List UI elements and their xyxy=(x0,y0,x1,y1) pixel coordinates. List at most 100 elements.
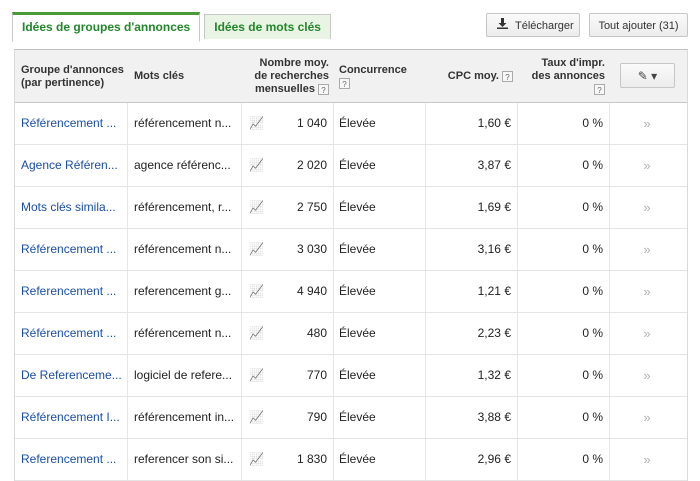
column-divider xyxy=(333,271,334,312)
avg-cpc-cell: 2,96 € xyxy=(477,452,511,466)
ad-group-name-link[interactable]: De Referenceme... xyxy=(21,355,125,396)
column-divider xyxy=(241,355,242,396)
column-divider xyxy=(241,103,242,144)
trend-chart-icon[interactable]: 📈 xyxy=(249,313,263,354)
keywords-cell: agence référenc... xyxy=(134,158,231,172)
keywords-cell: referencer son si... xyxy=(134,452,234,466)
avg-cpc-cell: 3,88 € xyxy=(477,410,511,424)
add-to-plan-icon[interactable]: » xyxy=(635,103,659,144)
column-divider xyxy=(241,397,242,438)
help-icon[interactable]: ? xyxy=(594,83,605,95)
table-row: Referencement ... referencement g... 📈 4 94… xyxy=(15,271,687,313)
ad-group-name-link[interactable]: Referencement ... xyxy=(21,271,125,312)
impression-share-cell: 0 % xyxy=(582,158,603,172)
help-icon[interactable]: ? xyxy=(339,77,350,89)
column-divider xyxy=(333,355,334,396)
col-header-impr[interactable]: Taux d'impr. des annonces ? xyxy=(527,50,605,102)
ad-group-name-link[interactable]: Référencement ... xyxy=(21,313,125,354)
column-divider xyxy=(241,187,242,228)
column-divider xyxy=(127,355,128,396)
avg-cpc-cell: 1,60 € xyxy=(477,116,511,130)
column-divider xyxy=(333,187,334,228)
download-label: Télécharger xyxy=(515,20,574,32)
avg-cpc-cell: 3,87 € xyxy=(477,158,511,172)
column-divider xyxy=(609,103,610,144)
add-all-button[interactable]: Tout ajouter (31) xyxy=(589,13,688,37)
col-header-competition[interactable]: Concurrence ? xyxy=(339,50,419,102)
monthly-searches-cell: 790 xyxy=(306,410,327,424)
col-header-keywords[interactable]: Mots clés xyxy=(134,50,234,102)
column-divider xyxy=(333,439,334,480)
col-header-competition-label: Concurrence xyxy=(339,64,407,76)
add-to-plan-icon[interactable]: » xyxy=(635,397,659,438)
download-button[interactable]: Télécharger xyxy=(486,13,580,37)
trend-chart-icon[interactable]: 📈 xyxy=(249,103,263,144)
column-divider xyxy=(333,313,334,354)
column-divider xyxy=(609,313,610,354)
ad-group-name-link[interactable]: Référencement I... xyxy=(21,397,125,438)
add-to-plan-icon[interactable]: » xyxy=(635,229,659,270)
col-header-cpc-label: CPC moy. xyxy=(447,70,499,82)
column-divider xyxy=(127,187,128,228)
ad-group-name-link[interactable]: Mots clés simila... xyxy=(21,187,125,228)
ad-group-name-link[interactable]: Référencement ... xyxy=(21,229,125,270)
table-row: Référencement I... référencement in... 📈 79… xyxy=(15,397,687,439)
monthly-searches-cell: 2 750 xyxy=(296,200,327,214)
competition-cell: Élevée xyxy=(339,284,376,298)
keywords-cell: referencement g... xyxy=(134,284,232,298)
monthly-searches-cell: 770 xyxy=(306,368,327,382)
column-divider xyxy=(609,355,610,396)
column-divider xyxy=(333,103,334,144)
competition-cell: Élevée xyxy=(339,116,376,130)
add-to-plan-icon[interactable]: » xyxy=(635,355,659,396)
competition-cell: Élevée xyxy=(339,158,376,172)
trend-chart-icon[interactable]: 📈 xyxy=(249,397,263,438)
table-header: Groupe d'annonces (par pertinence) Mots … xyxy=(15,50,687,103)
table-row: Referencement ... referencer son si... 📈 1 … xyxy=(15,439,687,481)
help-icon[interactable]: ? xyxy=(318,83,329,95)
keywords-cell: logiciel de refere... xyxy=(134,368,233,382)
add-to-plan-icon[interactable]: » xyxy=(635,271,659,312)
add-to-plan-icon[interactable]: » xyxy=(635,187,659,228)
add-to-plan-icon[interactable]: » xyxy=(635,145,659,186)
add-to-plan-icon[interactable]: » xyxy=(635,313,659,354)
trend-chart-icon[interactable]: 📈 xyxy=(249,145,263,186)
column-divider xyxy=(241,439,242,480)
column-divider xyxy=(127,313,128,354)
col-header-volume[interactable]: Nombre moy. de recherches mensuelles ? xyxy=(247,50,329,102)
avg-cpc-cell: 1,21 € xyxy=(477,284,511,298)
edit-columns-button[interactable]: ✎ ▾ xyxy=(620,63,675,88)
impression-share-cell: 0 % xyxy=(582,200,603,214)
keywords-cell: référencement n... xyxy=(134,242,232,256)
keywords-cell: référencement in... xyxy=(134,410,235,424)
trend-chart-icon[interactable]: 📈 xyxy=(249,271,263,312)
ad-group-name-link[interactable]: Agence Référen... xyxy=(21,145,125,186)
help-icon[interactable]: ? xyxy=(502,70,513,82)
column-divider xyxy=(333,397,334,438)
add-to-plan-icon[interactable]: » xyxy=(635,439,659,480)
column-divider xyxy=(609,439,610,480)
col-header-impr-label: Taux d'impr. des annonces xyxy=(531,57,605,82)
monthly-searches-cell: 1 040 xyxy=(296,116,327,130)
keywords-cell: référencement n... xyxy=(134,326,232,340)
col-header-group[interactable]: Groupe d'annonces (par pertinence) xyxy=(21,50,131,102)
monthly-searches-cell: 2 020 xyxy=(296,158,327,172)
impression-share-cell: 0 % xyxy=(582,452,603,466)
tab-ad-group-ideas[interactable]: Idées de groupes d'annonces xyxy=(12,12,201,42)
avg-cpc-cell: 1,69 € xyxy=(477,200,511,214)
trend-chart-icon[interactable]: 📈 xyxy=(249,355,263,396)
ad-group-name-link[interactable]: Référencement ... xyxy=(21,103,125,144)
ad-group-name-link[interactable]: Referencement ... xyxy=(21,439,125,480)
column-divider xyxy=(241,271,242,312)
trend-chart-icon[interactable]: 📈 xyxy=(249,187,263,228)
trend-chart-icon[interactable]: 📈 xyxy=(249,439,263,480)
trend-chart-icon[interactable]: 📈 xyxy=(249,229,263,270)
table-row: Agence Référen... agence référenc... 📈 2 02… xyxy=(15,145,687,187)
tab-keyword-ideas[interactable]: Idées de mots clés xyxy=(204,14,331,39)
column-divider xyxy=(127,439,128,480)
impression-share-cell: 0 % xyxy=(582,326,603,340)
col-header-cpc[interactable]: CPC moy. ? xyxy=(425,50,513,102)
competition-cell: Élevée xyxy=(339,452,376,466)
table-row: Référencement ... référencement n... 📈 480 É… xyxy=(15,313,687,355)
monthly-searches-cell: 3 030 xyxy=(296,242,327,256)
